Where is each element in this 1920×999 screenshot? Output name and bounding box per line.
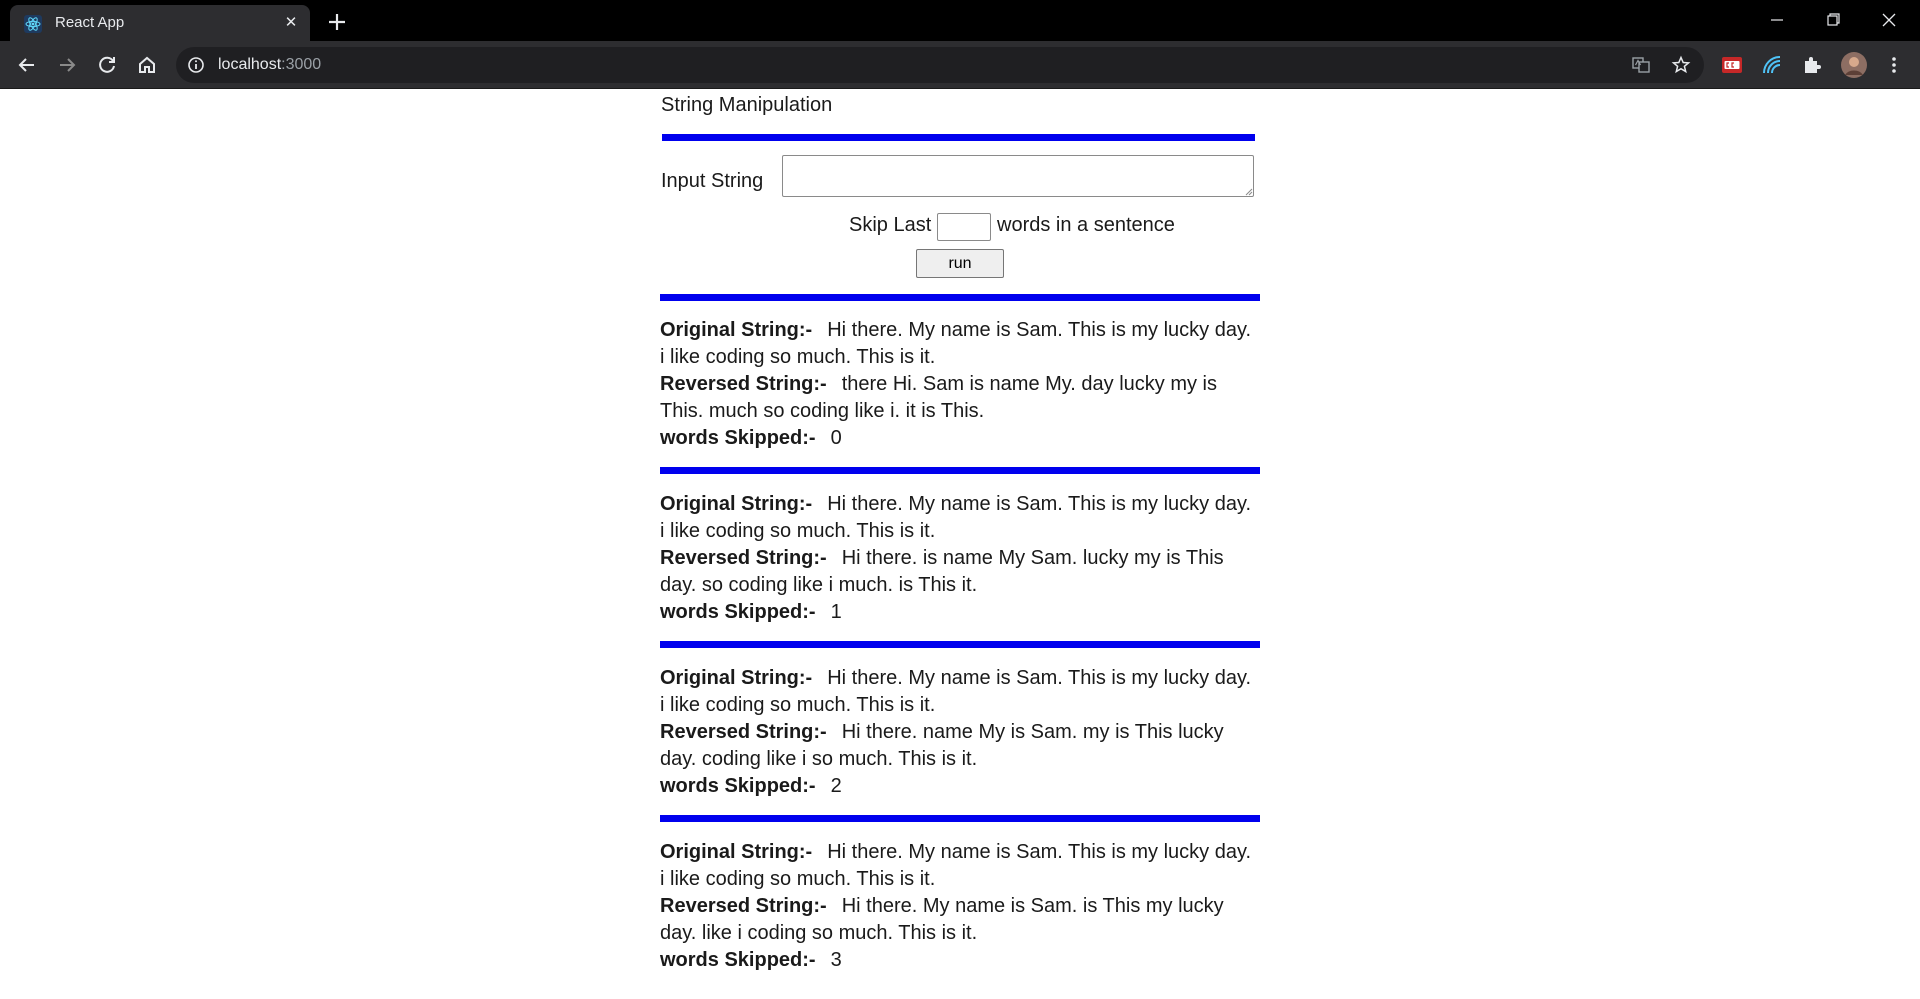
- home-icon[interactable]: [134, 52, 160, 78]
- divider: [660, 467, 1260, 474]
- original-string-label: Original String:-: [660, 493, 813, 515]
- reversed-string-row: Reversed String:- there Hi. Sam is name M…: [660, 371, 1260, 425]
- result-block: Original String:- Hi there. My name is Sa…: [660, 839, 1260, 974]
- skip-count-input[interactable]: [937, 213, 991, 241]
- reload-icon[interactable]: [94, 52, 120, 78]
- react-icon: [24, 15, 42, 33]
- browser-tab-strip: React App ✕: [0, 0, 1920, 41]
- page-content: String Manipulation Input String Skip La…: [0, 89, 1920, 999]
- reversed-string-row: Reversed String:- Hi there. name My is Sa…: [660, 719, 1260, 773]
- original-string-label: Original String:-: [660, 319, 813, 341]
- result-block: Original String:- Hi there. My name is Sa…: [660, 491, 1260, 626]
- result-block: Original String:- Hi there. My name is Sa…: [660, 665, 1260, 800]
- arrow-left-icon[interactable]: [14, 52, 40, 78]
- avatar[interactable]: [1840, 51, 1868, 79]
- url-text[interactable]: localhost:3000: [218, 56, 321, 74]
- run-button[interactable]: run: [916, 249, 1004, 278]
- original-string-label: Original String:-: [660, 667, 813, 689]
- address-bar[interactable]: localhost:3000: [176, 47, 1704, 83]
- divider: [660, 294, 1260, 301]
- browser-tab[interactable]: React App ✕: [10, 5, 310, 41]
- words-skipped-label: words Skipped:-: [660, 949, 816, 971]
- words-skipped-label: words Skipped:-: [660, 775, 816, 797]
- browser-toolbar: localhost:3000: [0, 41, 1920, 89]
- wave-extension-icon[interactable]: [1760, 53, 1784, 77]
- words-skipped-row: words Skipped:- 1: [660, 599, 1260, 626]
- words-skipped-row: words Skipped:- 3: [660, 947, 1260, 974]
- reversed-string-row: Reversed String:- Hi there. is name My Sa…: [660, 545, 1260, 599]
- tab-title: React App: [55, 14, 125, 31]
- minimize-icon[interactable]: [1754, 2, 1800, 38]
- cc-extension-icon[interactable]: [1720, 53, 1744, 77]
- reversed-string-label: Reversed String:-: [660, 721, 827, 743]
- new-tab-icon[interactable]: [324, 9, 350, 35]
- puzzle-icon[interactable]: [1800, 53, 1824, 77]
- reversed-string-label: Reversed String:-: [660, 895, 827, 917]
- original-string-row: Original String:- Hi there. My name is Sa…: [660, 665, 1260, 719]
- words-skipped-value: 2: [830, 775, 842, 797]
- close-tab-icon[interactable]: ✕: [282, 14, 300, 32]
- original-string-row: Original String:- Hi there. My name is Sa…: [660, 317, 1260, 371]
- restore-icon[interactable]: [1810, 2, 1856, 38]
- input-string-wrapper: [782, 155, 1254, 197]
- resize-grip-icon[interactable]: [1245, 188, 1253, 196]
- divider: [660, 641, 1260, 648]
- words-skipped-value: 1: [830, 601, 842, 623]
- words-skipped-row: words Skipped:- 0: [660, 425, 1260, 452]
- result-block: Original String:- Hi there. My name is Sa…: [660, 317, 1260, 452]
- divider: [660, 815, 1260, 822]
- words-skipped-row: words Skipped:- 2: [660, 773, 1260, 800]
- arrow-right-icon[interactable]: [54, 52, 80, 78]
- original-string-label: Original String:-: [660, 841, 813, 863]
- skip-last-label: Skip Last: [849, 214, 932, 236]
- input-string-textarea[interactable]: [782, 155, 1254, 197]
- reversed-string-label: Reversed String:-: [660, 373, 827, 395]
- original-string-row: Original String:- Hi there. My name is Sa…: [660, 491, 1260, 545]
- star-icon[interactable]: [1671, 55, 1691, 75]
- words-in-sentence-label: words in a sentence: [997, 214, 1175, 236]
- translate-icon[interactable]: [1631, 55, 1651, 75]
- divider: [662, 134, 1255, 141]
- input-string-label: Input String: [661, 170, 764, 192]
- original-string-row: Original String:- Hi there. My name is Sa…: [660, 839, 1260, 893]
- words-skipped-label: words Skipped:-: [660, 601, 816, 623]
- words-skipped-label: words Skipped:-: [660, 427, 816, 449]
- page-title: String Manipulation: [661, 94, 833, 116]
- url-port: :3000: [281, 56, 322, 73]
- words-skipped-value: 3: [830, 949, 842, 971]
- info-icon[interactable]: [186, 55, 206, 75]
- kebab-menu-icon[interactable]: [1882, 53, 1906, 77]
- words-skipped-value: 0: [830, 427, 842, 449]
- reversed-string-label: Reversed String:-: [660, 547, 827, 569]
- url-host: localhost: [218, 56, 282, 73]
- reversed-string-row: Reversed String:- Hi there. My name is Sa…: [660, 893, 1260, 947]
- close-window-icon[interactable]: [1866, 2, 1912, 38]
